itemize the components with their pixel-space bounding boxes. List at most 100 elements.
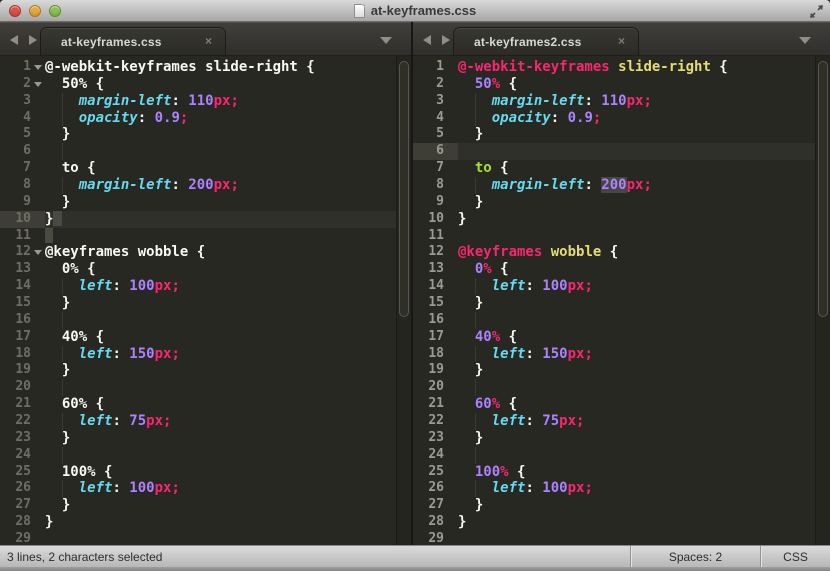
code-line[interactable]: 29 <box>0 531 396 545</box>
code-line[interactable]: 22 left: 75px; <box>413 413 815 430</box>
code-line[interactable]: 18 left: 150px; <box>0 345 396 363</box>
code-line[interactable]: 8 margin-left: 200px; <box>413 177 815 194</box>
minimize-window-icon[interactable] <box>29 5 41 17</box>
code-line[interactable]: 2 50% { <box>413 76 815 93</box>
zoom-window-icon[interactable] <box>49 5 61 17</box>
code-line[interactable]: 15 } <box>413 295 815 312</box>
code-line[interactable]: 3 margin-left: 110px; <box>413 92 815 110</box>
code-line[interactable]: 13 0% { <box>413 261 815 278</box>
code-line[interactable]: 25 100% { <box>0 464 396 481</box>
gutter-cell: 27 <box>0 497 45 514</box>
gutter-cell: 12 <box>413 244 458 261</box>
code-line[interactable]: 18 left: 150px; <box>413 345 815 363</box>
line-number: 4 <box>436 109 444 125</box>
code-line[interactable]: 27 } <box>0 497 396 514</box>
code-line[interactable]: 19 } <box>413 362 815 379</box>
code-line[interactable]: 20 <box>0 379 396 397</box>
code-line[interactable]: 12 @keyframes wobble { <box>0 244 396 261</box>
code-line[interactable]: 7 to { <box>0 160 396 177</box>
right-tab-bar: at-keyframes2.css × <box>413 22 830 56</box>
line-number: 28 <box>15 514 31 530</box>
title-bar[interactable]: at-keyframes.css <box>0 0 830 22</box>
code-line[interactable]: 19 } <box>0 362 396 379</box>
code-line[interactable]: 23 } <box>0 430 396 447</box>
code-line[interactable]: 10} <box>413 211 815 228</box>
left-editor[interactable]: 1 @-webkit-keyframes slide-right {2 50% {… <box>0 56 411 545</box>
syntax-setting-button[interactable]: CSS <box>760 546 830 567</box>
code-line[interactable]: 17 40% { <box>0 329 396 346</box>
code-line[interactable]: 7 to { <box>413 160 815 177</box>
code-line[interactable]: 6 <box>0 143 396 161</box>
right-editor[interactable]: 1 @-webkit-keyframes slide-right {2 50% {… <box>413 56 830 545</box>
code-line[interactable]: 27 } <box>413 497 815 514</box>
gutter-cell: 8 <box>413 177 458 194</box>
code-line[interactable]: 1 @-webkit-keyframes slide-right { <box>413 59 815 76</box>
code-line[interactable]: 10} <box>0 210 396 228</box>
line-number: 24 <box>428 446 444 462</box>
code-line[interactable]: 24 <box>413 446 815 464</box>
code-line[interactable]: 11 <box>0 228 396 245</box>
gutter-cell: 3 <box>413 93 458 110</box>
code-line[interactable]: 9 } <box>0 194 396 211</box>
code-line[interactable]: 8 margin-left: 200px; <box>0 177 396 194</box>
code-line[interactable]: 28} <box>0 514 396 531</box>
tab-at-keyframes2-css[interactable]: at-keyframes2.css × <box>453 27 639 55</box>
code-line[interactable]: 9 } <box>413 194 815 211</box>
window-title: at-keyframes.css <box>353 3 476 18</box>
tab-overflow-icon[interactable] <box>380 37 392 44</box>
code-line[interactable]: 1 @-webkit-keyframes slide-right { <box>0 59 396 76</box>
code-line[interactable]: 12 @keyframes wobble { <box>413 244 815 261</box>
code-line[interactable]: 2 50% { <box>0 76 396 93</box>
prev-tab-icon[interactable] <box>423 35 431 45</box>
indent-setting-button[interactable]: Spaces: 2 <box>630 546 760 567</box>
window-bottom-edge <box>0 567 830 571</box>
code-line[interactable]: 16 <box>0 311 396 329</box>
code-line[interactable]: 11 <box>413 228 815 245</box>
code-line[interactable]: 24 <box>0 446 396 464</box>
fullscreen-icon[interactable] <box>809 4 824 19</box>
code-line[interactable]: 4 opacity: 0.9; <box>0 109 396 127</box>
code-line[interactable]: 29 <box>413 531 815 545</box>
right-scrollbar[interactable] <box>815 56 830 545</box>
code-line[interactable]: 25 100% { <box>413 464 815 481</box>
code-line[interactable]: 15 } <box>0 295 396 312</box>
code-line[interactable]: 6 <box>413 143 815 161</box>
left-scrollbar-thumb[interactable] <box>399 61 409 317</box>
code-line[interactable]: 20 <box>413 379 815 397</box>
next-tab-icon[interactable] <box>29 35 37 45</box>
fold-arrow-icon[interactable] <box>34 250 42 256</box>
code-line[interactable]: 26 left: 100px; <box>0 480 396 498</box>
right-scrollbar-thumb[interactable] <box>818 61 828 317</box>
left-scrollbar[interactable] <box>396 56 411 545</box>
tab-close-icon[interactable]: × <box>205 34 212 48</box>
code-line[interactable]: 14 left: 100px; <box>0 278 396 296</box>
fold-arrow-icon[interactable] <box>34 65 42 70</box>
code-line[interactable]: 5 } <box>413 126 815 143</box>
left-code-area[interactable]: 1 @-webkit-keyframes slide-right {2 50% {… <box>0 56 396 545</box>
code-line[interactable]: 13 0% { <box>0 261 396 278</box>
line-number: 27 <box>15 497 31 513</box>
code-line[interactable]: 3 margin-left: 110px; <box>0 92 396 110</box>
code-line[interactable]: 17 40% { <box>413 329 815 346</box>
right-code-area[interactable]: 1 @-webkit-keyframes slide-right {2 50% {… <box>413 56 815 545</box>
gutter-cell: 4 <box>0 110 45 127</box>
prev-tab-icon[interactable] <box>10 35 18 45</box>
code-line[interactable]: 22 left: 75px; <box>0 413 396 430</box>
tab-close-icon[interactable]: × <box>618 34 625 48</box>
code-line[interactable]: 16 <box>413 311 815 329</box>
code-line[interactable]: 5 } <box>0 126 396 143</box>
next-tab-icon[interactable] <box>442 35 450 45</box>
tab-at-keyframes-css[interactable]: at-keyframes.css × <box>40 27 226 55</box>
tab-overflow-icon[interactable] <box>799 37 811 44</box>
code-line[interactable]: 14 left: 100px; <box>413 278 815 296</box>
code-line[interactable]: 21 60% { <box>0 396 396 413</box>
code-line[interactable]: 23 } <box>413 430 815 447</box>
close-window-icon[interactable] <box>9 5 21 17</box>
code-line[interactable]: 26 left: 100px; <box>413 480 815 498</box>
gutter-cell: 24 <box>413 447 458 464</box>
code-line[interactable]: 21 60% { <box>413 396 815 413</box>
gutter-cell: 7 <box>0 160 45 177</box>
code-line[interactable]: 28} <box>413 514 815 531</box>
fold-arrow-icon[interactable] <box>34 81 42 87</box>
code-line[interactable]: 4 opacity: 0.9; <box>413 109 815 127</box>
